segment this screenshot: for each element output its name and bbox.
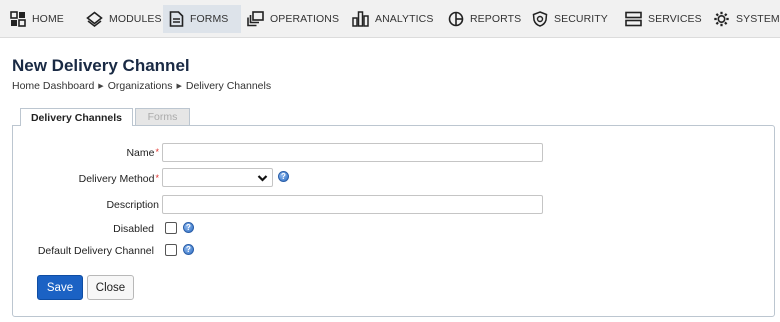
delivery-method-label-text: Delivery Method [78,173,155,185]
delivery-method-field-label: Delivery Method* [79,173,159,185]
nav-operations-label: OPERATIONS [270,13,340,25]
security-shield-icon [532,11,548,27]
help-icon[interactable]: ? [183,222,194,233]
save-button[interactable]: Save [37,275,83,300]
nav-services-label: SERVICES [648,13,702,25]
page-title: New Delivery Channel [12,56,190,75]
close-button[interactable]: Close [87,275,134,300]
nav-modules-label: MODULES [109,13,162,25]
default-delivery-channel-field-label: Default Delivery Channel [37,245,154,257]
chevron-down-icon [257,175,268,182]
nav-security-label: SECURITY [554,13,608,25]
nav-reports[interactable]: REPORTS [446,5,524,33]
tab-forms[interactable]: Forms [135,108,190,125]
form-document-icon [169,11,184,27]
nav-analytics[interactable]: ANALYTICS [350,5,436,33]
services-server-icon [625,11,642,27]
nav-operations[interactable]: OPERATIONS [245,5,340,33]
description-input[interactable] [162,195,543,214]
top-navigation: HOME MODULES FORMS OPERATIONS ANALYTICS [0,0,780,38]
nav-reports-label: REPORTS [470,13,522,25]
breadcrumb-separator-icon: ▶ [176,83,182,90]
reports-pie-icon [448,11,464,27]
tab-delivery-channels[interactable]: Delivery Channels [20,108,133,126]
disabled-field-label: Disabled [113,223,154,235]
nav-home[interactable]: HOME [8,5,76,33]
nav-services[interactable]: SERVICES [623,5,702,33]
required-marker: * [155,173,159,183]
nav-home-label: HOME [32,13,64,25]
description-field-label: Description [106,199,159,211]
home-grid-icon [10,11,26,27]
delivery-method-select[interactable] [162,168,273,187]
breadcrumb: Home Dashboard ▶ Organizations ▶ Deliver… [12,80,271,92]
operations-windows-icon [247,11,264,27]
system-gear-icon [714,11,729,27]
breadcrumb-organizations[interactable]: Organizations [108,80,173,92]
breadcrumb-delivery-channels: Delivery Channels [185,80,272,92]
nav-forms[interactable]: FORMS [163,5,241,33]
breadcrumb-home-dashboard[interactable]: Home Dashboard [12,80,94,92]
nav-analytics-label: ANALYTICS [375,13,434,25]
nav-forms-label: FORMS [190,13,229,25]
default-delivery-channel-checkbox[interactable] [165,244,177,256]
name-label-text: Name [126,147,155,159]
nav-system-label: SYSTEM [736,13,780,25]
nav-system[interactable]: SYSTEM [711,5,780,33]
name-input[interactable] [162,143,543,162]
name-field-label: Name* [126,147,159,159]
help-icon[interactable]: ? [278,171,289,182]
modules-diamond-icon [86,11,103,27]
help-icon[interactable]: ? [183,244,194,255]
analytics-bars-icon [352,11,369,27]
nav-security[interactable]: SECURITY [530,5,615,33]
required-marker: * [155,147,159,157]
breadcrumb-separator-icon: ▶ [98,83,104,90]
disabled-checkbox[interactable] [165,222,177,234]
nav-modules[interactable]: MODULES [84,5,162,33]
